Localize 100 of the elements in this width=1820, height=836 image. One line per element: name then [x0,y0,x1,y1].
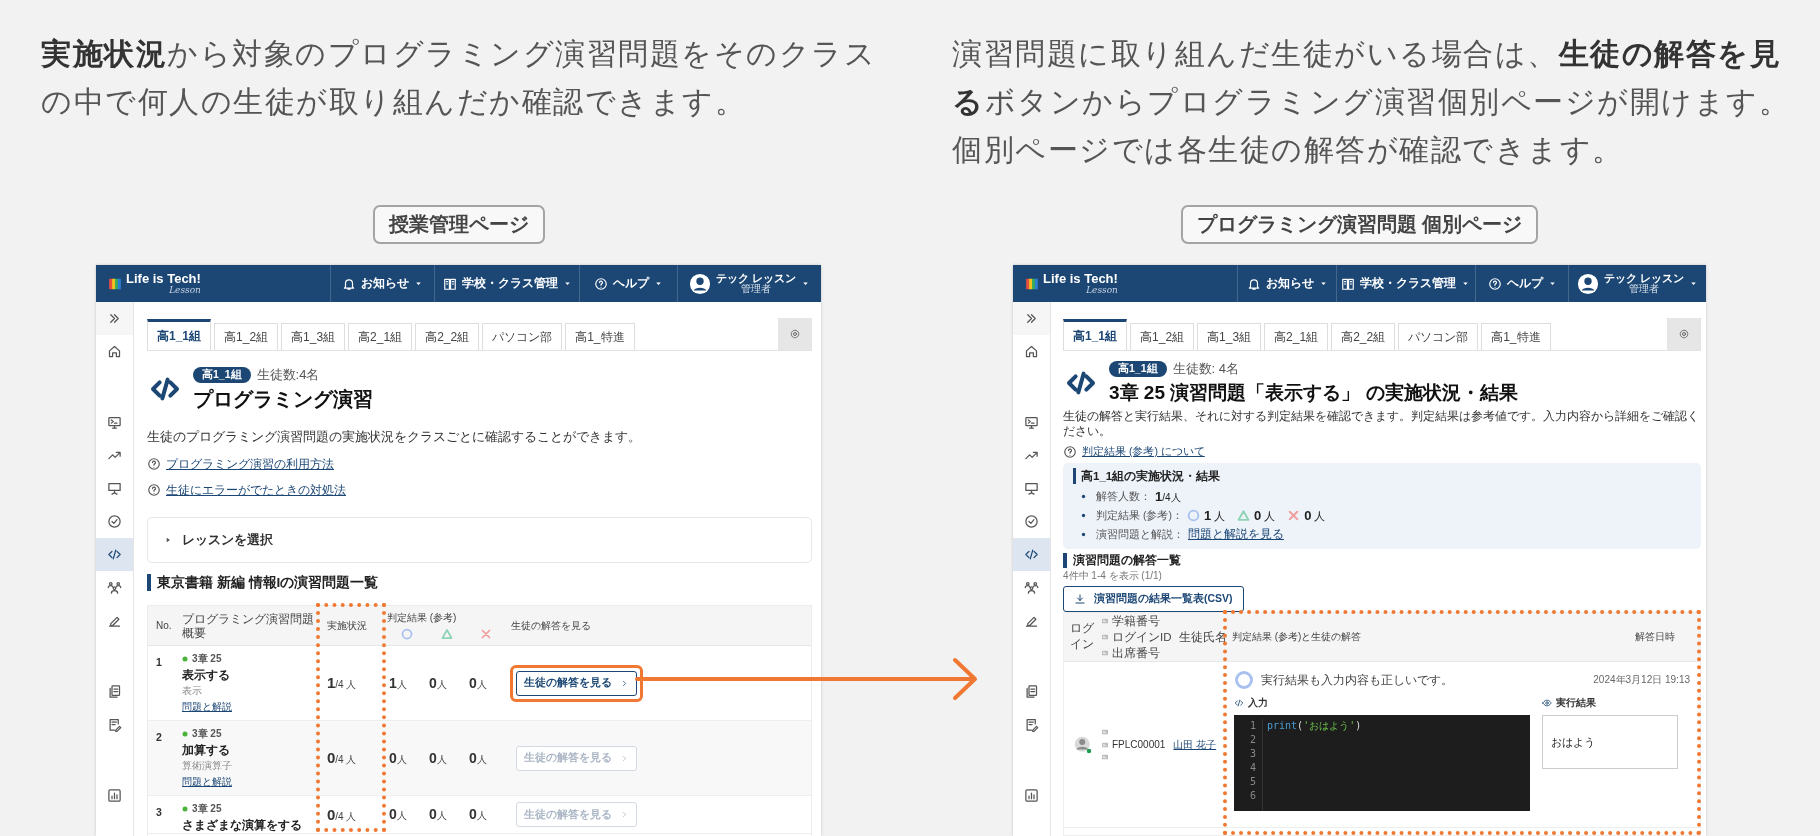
help-link[interactable]: プログラミング演習の利用方法 [166,456,334,472]
student-name-link[interactable]: 山田 花子 [1173,737,1217,752]
chevron-icon [620,810,629,819]
column-header: 実施状況 [326,618,368,633]
exercise-topic: 算術演算子 [182,759,232,773]
settings-icon [1678,328,1690,340]
chevron-icon [620,753,629,763]
class-tab[interactable]: 高1_1組 [147,319,212,350]
result-count: 0人 [428,749,448,767]
code-line: print('おはよう') [1267,719,1362,733]
completion-count: 1/4 人 [326,674,358,692]
class-tab[interactable]: 高1_特進 [1481,323,1551,350]
people-icon [1024,580,1039,595]
column-header: No. [155,620,173,631]
class-tab[interactable]: 高2_2組 [415,323,480,350]
column-header: 解答日時 [1635,630,1675,644]
triangle-icon [1237,509,1251,522]
output-label: 実行結果 [1556,696,1596,710]
settings-button[interactable] [778,318,812,350]
documents-icon [107,684,122,699]
result-count: 0 人 [1304,507,1326,524]
sidebar-item[interactable] [96,538,133,571]
completion-count: 0/4 人 [326,749,358,767]
header-menu[interactable]: 学校・クラス管理 [434,265,580,302]
header-menu[interactable]: お知らせ [1236,265,1337,302]
dot-icon [182,656,188,662]
sidebar-item[interactable] [1013,538,1050,571]
bar-chart-icon [107,788,122,803]
class-tab[interactable]: 高2_1組 [348,323,413,350]
help-icon [147,457,161,471]
page-label: プログラミング演習問題 個別ページ [1180,205,1539,244]
page-description: 生徒の解答と実行結果、それに対する判定結果を確認できます。判定結果は参考値です。入力内容から詳細をご確認ください。 [1063,409,1700,439]
id-card-icon [1101,740,1109,749]
column-header: ログイン [1069,621,1095,653]
class-tab[interactable]: 高1_1組 [1063,319,1128,350]
class-tab[interactable]: 高1_3組 [1197,323,1262,350]
caret-icon [414,279,424,288]
answer-count: 1/4人 [1155,488,1181,505]
explanation-link[interactable]: 問題と解説 [182,699,232,714]
caret-icon [1547,279,1557,288]
view-answers-button[interactable]: 生徒の解答を見る [516,670,637,696]
summary-label: 判定結果 (参考)： [1096,508,1183,523]
document-edit-icon [107,717,122,732]
summary-label: 解答人数： [1096,489,1151,504]
result-count: 0人 [428,674,448,692]
logo-text: Life is Tech! [1043,272,1118,285]
people-icon [107,580,122,595]
class-tab[interactable]: パソコン部 [482,323,563,350]
csv-download-button[interactable]: 演習問題の結果一覧表(CSV) [1063,586,1244,612]
class-tab[interactable]: パソコン部 [1398,323,1479,350]
bar-chart-icon [1024,788,1039,803]
user-menu[interactable]: テック レッスン 管理者 [677,265,821,302]
column-header: 生徒氏名 [1178,629,1227,645]
settings-button[interactable] [1667,318,1701,350]
class-tab[interactable]: 高1_2組 [214,323,279,350]
id-card-icon [1101,649,1109,657]
user-menu[interactable]: テック レッスン 管理者 [1568,265,1706,302]
double-chevron-icon [107,311,122,326]
line-number: 1 [1249,719,1256,733]
help-link[interactable]: 生徒にエラーがでたときの対処法 [166,482,346,498]
lesson-selector[interactable]: レッスンを選択 [147,517,812,563]
help-icon [594,276,609,291]
result-count: 0人 [388,806,408,823]
column-header: ログインID [1112,629,1172,645]
result-count: 1人 [388,674,408,692]
row-number: 3 [155,805,163,818]
dot-icon [182,806,188,812]
header-menu[interactable]: 学校・クラス管理 [1336,265,1475,302]
check-circle-icon [1024,514,1039,529]
help-link[interactable]: 判定結果 (参考) について [1082,445,1205,459]
class-tab[interactable]: 高2_1組 [1264,323,1329,350]
caret-icon [801,279,810,288]
result-count: 0 人 [1254,507,1276,524]
building-icon [1341,276,1356,291]
page-title: 3章 25 演習問題「表示する」 の実施状況・結果 [1109,381,1518,405]
download-icon [1074,593,1086,605]
home-icon [107,344,122,359]
double-chevron-icon [1024,311,1039,326]
settings-icon [789,328,801,340]
summary-label: 演習問題と解説： [1096,527,1184,542]
class-tab[interactable]: 高1_3組 [281,323,346,350]
avatar-icon [1073,735,1092,754]
cross-icon [1287,509,1301,522]
header-menu[interactable]: お知らせ [330,265,435,302]
check-circle-icon [107,514,122,529]
documents-icon [1024,684,1039,699]
explanation-link[interactable]: 問題と解説を見る [1188,527,1284,542]
page-label: 授業管理ページ [372,205,545,244]
class-tab[interactable]: 高1_2組 [1130,323,1195,350]
class-tab[interactable]: 高2_2組 [1331,323,1396,350]
exercise-title: 表示する [182,667,230,683]
pagination-text: 4件中 1-4 を表示 (1/1) [1063,570,1163,582]
logo-subtitle: Lesson [1086,286,1118,295]
page-description: 生徒のプログラミング演習問題の実施状況をクラスごとに確認することができます。 [147,429,642,445]
result-count: 0人 [388,749,408,767]
header-menu[interactable]: ヘルプ [1474,265,1569,302]
class-tab[interactable]: 高1_特進 [565,323,635,350]
caption-text: 実施状況から対象のプログラミング演習問題をそのクラスの中で何人の生徒が取り組んだか確認できます。 [41,36,877,120]
help-icon [1063,445,1077,459]
header-menu[interactable]: ヘルプ [579,265,678,302]
